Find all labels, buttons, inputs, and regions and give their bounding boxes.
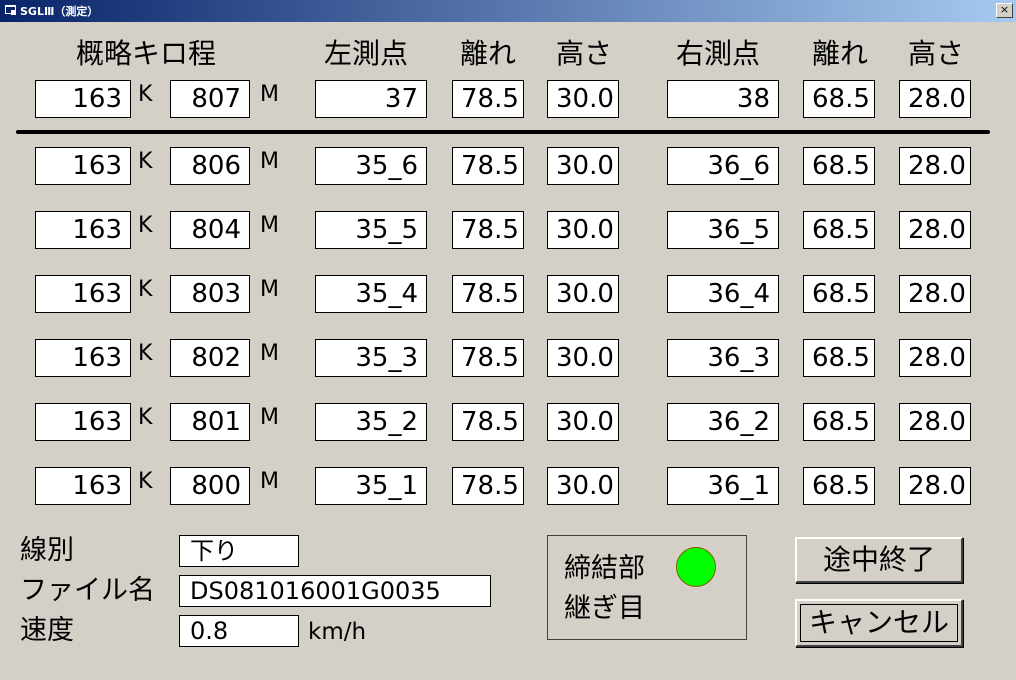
title-bar: SGLⅢ（測定） × <box>0 0 1016 22</box>
file-label: ファイル名 <box>20 575 155 606</box>
header-kilo: 概略キロ程 <box>76 37 217 70</box>
right-distance-field[interactable]: 68.5 <box>803 339 875 377</box>
left-distance-field[interactable]: 78.5 <box>452 275 524 313</box>
header-left-height: 高さ <box>556 37 613 70</box>
m-field[interactable]: 804 <box>170 211 250 249</box>
m-field[interactable]: 802 <box>170 339 250 377</box>
file-field[interactable]: DS081016001G0035 <box>179 575 491 607</box>
left-distance-field[interactable]: 78.5 <box>452 211 524 249</box>
header-left-point: 左測点 <box>324 37 409 70</box>
left-height-field[interactable]: 30.0 <box>547 339 619 377</box>
right-distance-field[interactable]: 68.5 <box>803 275 875 313</box>
left-height-field[interactable]: 30.0 <box>547 275 619 313</box>
header-right-distance: 離れ <box>812 37 869 70</box>
km-unit: K <box>138 82 153 107</box>
left-distance-field[interactable]: 78.5 <box>452 147 524 185</box>
speed-field[interactable]: 0.8 <box>179 615 299 647</box>
status-indicator <box>676 547 716 587</box>
left-point-field[interactable]: 35_2 <box>315 403 427 441</box>
app-icon <box>5 5 16 15</box>
m-field[interactable]: 800 <box>170 467 250 505</box>
status-label-seam: 継ぎ目 <box>564 593 645 624</box>
measurement-window: SGLⅢ（測定） × 概略キロ程 左測点 離れ 高さ 右測点 離れ 高さ 163… <box>0 0 1016 680</box>
right-height-field[interactable]: 28.0 <box>899 403 971 441</box>
current-left-distance-field[interactable]: 78.5 <box>452 80 524 118</box>
km-unit: K <box>138 277 153 302</box>
right-distance-field[interactable]: 68.5 <box>803 403 875 441</box>
close-button[interactable]: × <box>996 3 1013 18</box>
left-point-field[interactable]: 35_3 <box>315 339 427 377</box>
current-right-distance-field[interactable]: 68.5 <box>803 80 875 118</box>
left-distance-field[interactable]: 78.5 <box>452 467 524 505</box>
close-icon: × <box>999 3 1010 16</box>
right-height-field[interactable]: 28.0 <box>899 275 971 313</box>
interrupt-button[interactable]: 途中終了 <box>795 537 963 583</box>
left-point-field[interactable]: 35_1 <box>315 467 427 505</box>
current-right-height-field[interactable]: 28.0 <box>899 80 971 118</box>
cancel-button[interactable]: キャンセル <box>795 599 963 647</box>
current-left-point-field[interactable]: 37 <box>315 80 427 118</box>
left-distance-field[interactable]: 78.5 <box>452 403 524 441</box>
status-label-joint: 締結部 <box>564 553 645 584</box>
header-left-distance: 離れ <box>460 37 517 70</box>
line-field[interactable]: 下り <box>179 535 299 567</box>
m-unit: M <box>260 213 279 238</box>
right-distance-field[interactable]: 68.5 <box>803 211 875 249</box>
right-point-field[interactable]: 36_5 <box>667 211 779 249</box>
right-height-field[interactable]: 28.0 <box>899 467 971 505</box>
km-unit: K <box>138 341 153 366</box>
km-unit: K <box>138 469 153 494</box>
current-left-height-field[interactable]: 30.0 <box>547 80 619 118</box>
km-field[interactable]: 163 <box>35 339 131 377</box>
right-height-field[interactable]: 28.0 <box>899 339 971 377</box>
current-right-point-field[interactable]: 38 <box>667 80 779 118</box>
km-field[interactable]: 163 <box>35 211 131 249</box>
divider-line <box>16 130 990 134</box>
m-unit: M <box>260 405 279 430</box>
right-point-field[interactable]: 36_2 <box>667 403 779 441</box>
m-field[interactable]: 803 <box>170 275 250 313</box>
right-point-field[interactable]: 36_3 <box>667 339 779 377</box>
left-point-field[interactable]: 35_4 <box>315 275 427 313</box>
right-height-field[interactable]: 28.0 <box>899 211 971 249</box>
km-unit: K <box>138 213 153 238</box>
right-distance-field[interactable]: 68.5 <box>803 467 875 505</box>
m-unit: M <box>260 82 279 107</box>
km-field[interactable]: 163 <box>35 467 131 505</box>
current-km-field[interactable]: 163 <box>35 80 131 118</box>
right-point-field[interactable]: 36_4 <box>667 275 779 313</box>
m-field[interactable]: 801 <box>170 403 250 441</box>
header-right-height: 高さ <box>908 37 965 70</box>
left-point-field[interactable]: 35_6 <box>315 147 427 185</box>
status-frame <box>547 535 747 640</box>
m-unit: M <box>260 341 279 366</box>
km-field[interactable]: 163 <box>35 147 131 185</box>
left-distance-field[interactable]: 78.5 <box>452 339 524 377</box>
m-unit: M <box>260 277 279 302</box>
right-point-field[interactable]: 36_6 <box>667 147 779 185</box>
m-unit: M <box>260 149 279 174</box>
window-title: SGLⅢ（測定） <box>20 5 99 18</box>
km-unit: K <box>138 149 153 174</box>
right-distance-field[interactable]: 68.5 <box>803 147 875 185</box>
km-field[interactable]: 163 <box>35 403 131 441</box>
left-height-field[interactable]: 30.0 <box>547 211 619 249</box>
left-height-field[interactable]: 30.0 <box>547 147 619 185</box>
m-unit: M <box>260 469 279 494</box>
current-m-field[interactable]: 807 <box>170 80 250 118</box>
left-height-field[interactable]: 30.0 <box>547 403 619 441</box>
km-unit: K <box>138 405 153 430</box>
line-label: 線別 <box>20 535 74 566</box>
left-point-field[interactable]: 35_5 <box>315 211 427 249</box>
speed-label: 速度 <box>20 615 74 646</box>
left-height-field[interactable]: 30.0 <box>547 467 619 505</box>
m-field[interactable]: 806 <box>170 147 250 185</box>
right-height-field[interactable]: 28.0 <box>899 147 971 185</box>
header-right-point: 右測点 <box>676 37 761 70</box>
km-field[interactable]: 163 <box>35 275 131 313</box>
right-point-field[interactable]: 36_1 <box>667 467 779 505</box>
speed-unit: km/h <box>308 619 367 645</box>
